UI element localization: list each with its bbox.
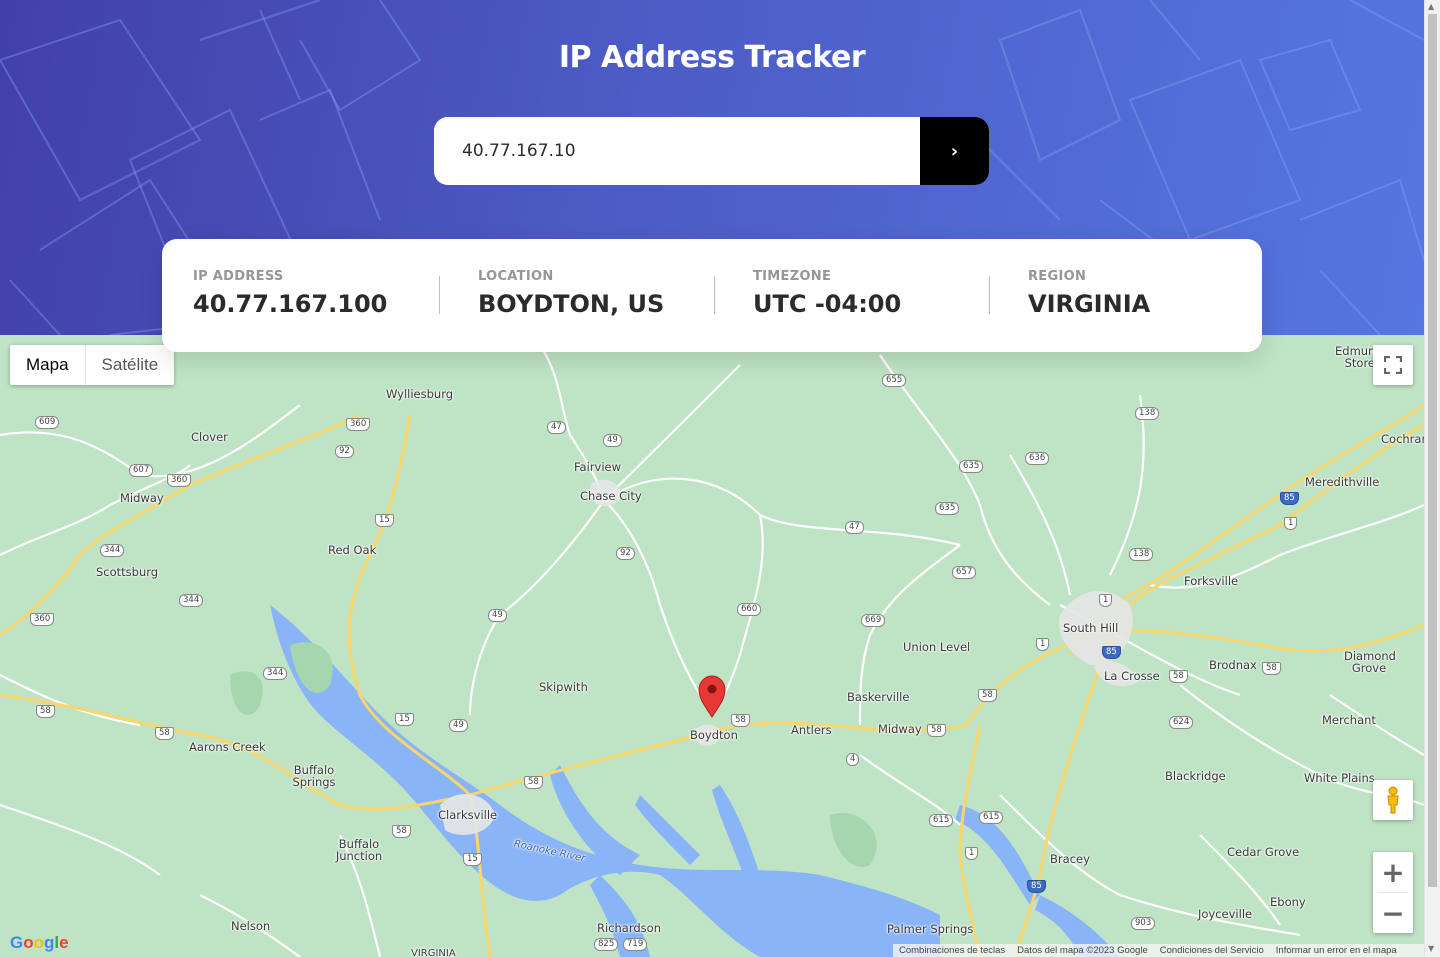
ip-address-value: 40.77.167.100	[193, 290, 388, 318]
map-roads-layer	[0, 344, 1424, 957]
region-label: REGION	[1028, 269, 1087, 284]
place-label: Nelson	[231, 919, 271, 933]
place-label: Merchant	[1322, 713, 1376, 727]
timezone-label: TIMEZONE	[753, 269, 832, 284]
place-label: Cochran	[1381, 432, 1424, 446]
place-label: Aarons Creek	[189, 740, 266, 754]
place-label: Buffalo Junction	[335, 837, 383, 864]
location-section: LOCATION BOYDTON, US	[437, 239, 712, 352]
place-label: Clarksville	[438, 808, 498, 822]
scrollbar-thumb[interactable]	[1428, 14, 1437, 887]
place-label: Richardson	[597, 921, 661, 935]
location-value: BOYDTON, US	[478, 290, 665, 318]
ip-address-section: IP ADDRESS 40.77.167.100	[162, 239, 437, 352]
place-label: Wylliesburg	[386, 387, 454, 401]
ip-search-input[interactable]	[434, 117, 920, 185]
place-label: Skipwith	[539, 680, 588, 694]
region-section: REGION VIRGINIA	[987, 239, 1262, 352]
place-label: Midway	[878, 722, 922, 736]
place-label: South Hill	[1063, 621, 1119, 635]
zoom-controls: + −	[1373, 852, 1413, 933]
map-type-toggle: Mapa Satélite	[10, 345, 175, 385]
place-label: Joyceville	[1198, 907, 1253, 921]
place-label: Fairview	[574, 460, 622, 474]
chevron-right-icon: ›	[950, 140, 959, 162]
place-label: Blackridge	[1165, 769, 1226, 783]
place-label: Cedar Grove	[1227, 845, 1300, 859]
scroll-down-arrow-icon[interactable]: ▼	[1428, 944, 1434, 953]
map-type-satellite-button[interactable]: Satélite	[84, 345, 175, 385]
report-error-link[interactable]: Informar un error en el mapa	[1270, 945, 1403, 956]
page-title: IP Address Tracker	[558, 40, 866, 75]
scroll-up-arrow-icon[interactable]: ▲	[1428, 2, 1434, 11]
place-label: Meredithville	[1305, 475, 1380, 489]
place-label: Palmer Springs	[887, 922, 974, 936]
pegman-icon	[1387, 786, 1399, 814]
place-label: Forksville	[1184, 574, 1239, 588]
zoom-in-button[interactable]: +	[1373, 852, 1413, 892]
fullscreen-icon	[1384, 356, 1402, 374]
map-data-attribution: Datos del mapa ©2023 Google	[1017, 945, 1148, 956]
map-footer: Combinaciones de teclas Datos del mapa ©…	[893, 944, 1424, 957]
ip-info-card: IP ADDRESS 40.77.167.100 LOCATION BOYDTO…	[162, 239, 1262, 352]
keyboard-shortcuts-link[interactable]: Combinaciones de teclas	[893, 945, 1011, 956]
ip-address-label: IP ADDRESS	[193, 269, 284, 284]
place-label: Clover	[191, 430, 228, 444]
google-logo: Google	[10, 933, 69, 952]
place-label: Union Level	[903, 640, 971, 654]
street-view-button[interactable]	[1373, 780, 1413, 820]
timezone-value: UTC -04:00	[753, 290, 902, 318]
fullscreen-button[interactable]	[1373, 345, 1413, 385]
place-label: Bracey	[1050, 852, 1090, 866]
place-label: La Crosse	[1104, 669, 1160, 683]
map-canvas[interactable]: Wylliesburg Clover Midway Fairview Chase…	[0, 335, 1424, 957]
place-label: Antlers	[791, 723, 832, 737]
place-label: Red Oak	[328, 543, 377, 557]
place-label: Edmunds Store	[1335, 344, 1389, 371]
timezone-section: TIMEZONE UTC -04:00	[712, 239, 987, 352]
place-label: Boydton	[690, 728, 738, 742]
place-label: Ebony	[1270, 895, 1306, 909]
place-label: White Plains	[1304, 771, 1375, 785]
place-label: Diamond Grove	[1344, 649, 1396, 676]
location-marker	[698, 675, 726, 718]
map-type-map-button[interactable]: Mapa	[10, 345, 85, 385]
place-label: Baskerville	[847, 690, 910, 704]
place-label: Buffalo Springs	[292, 763, 336, 790]
search-submit-button[interactable]: ›	[920, 117, 989, 185]
zoom-out-button[interactable]: −	[1373, 893, 1413, 933]
location-label: LOCATION	[478, 269, 554, 284]
scrollbar[interactable]: ▲ ▼	[1424, 0, 1440, 957]
ip-search-form: ›	[434, 117, 989, 185]
place-label: Scottsburg	[96, 565, 159, 579]
place-label: Midway	[120, 491, 164, 505]
place-label: Chase City	[580, 489, 642, 503]
place-label: VIRGINIA	[411, 948, 456, 957]
region-value: VIRGINIA	[1028, 290, 1151, 318]
place-label: Brodnax	[1209, 658, 1257, 672]
terms-link[interactable]: Condiciones del Servicio	[1154, 945, 1270, 956]
